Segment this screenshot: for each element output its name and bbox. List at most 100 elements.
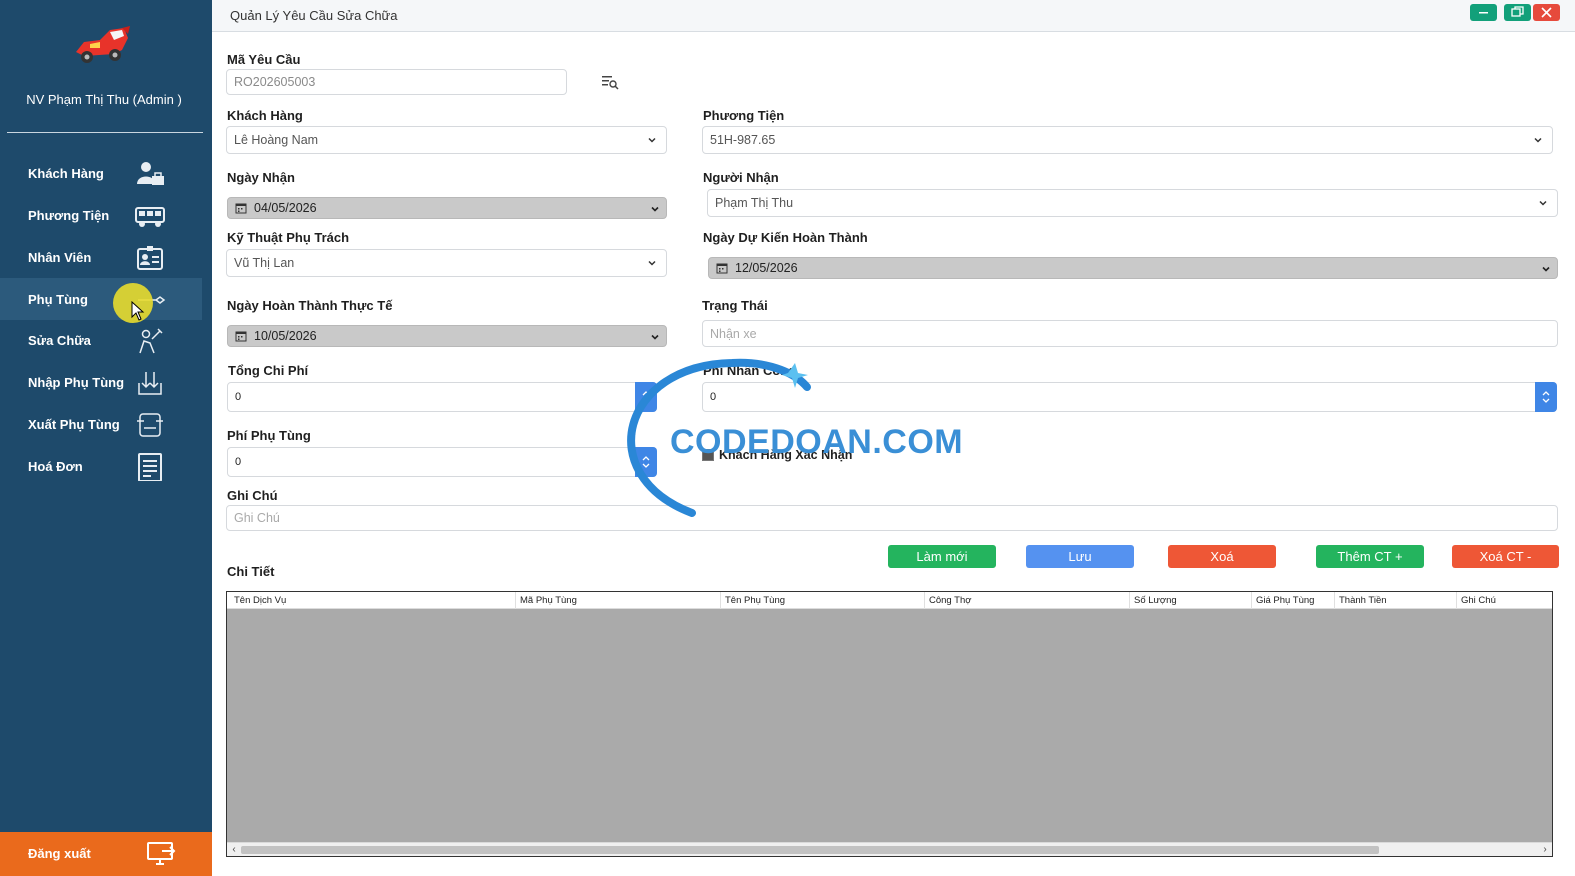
list-search-icon[interactable] <box>601 74 619 90</box>
refresh-button[interactable]: Làm mới <box>888 545 996 568</box>
spinner-buttons[interactable] <box>1535 382 1557 412</box>
status-placeholder: Nhận xe <box>710 326 757 341</box>
save-button[interactable]: Lưu <box>1026 545 1134 568</box>
sidebar-item-label: Phụ Tùng <box>28 291 88 307</box>
employee-card-icon <box>134 244 166 272</box>
close-button[interactable] <box>1533 4 1560 21</box>
column-divider[interactable] <box>924 592 925 609</box>
status-input[interactable]: Nhận xe <box>702 320 1558 347</box>
sidebar-item-customers[interactable]: Khách Hàng <box>0 152 202 194</box>
total-cost-spinner[interactable]: 0 <box>227 382 657 412</box>
request-code-label: Mã Yêu Cầu <box>227 52 301 67</box>
window-title: Quản Lý Yêu Cầu Sửa Chữa <box>230 8 398 23</box>
column-divider[interactable] <box>1456 592 1457 609</box>
details-title: Chi Tiết <box>227 564 275 579</box>
chevron-down-icon <box>648 260 656 266</box>
mouse-cursor-icon <box>131 300 145 321</box>
sidebar-divider <box>7 132 203 133</box>
column-header-amount[interactable]: Thành Tiền <box>1339 595 1387 606</box>
spinner-buttons[interactable] <box>635 447 657 477</box>
app-logo <box>70 24 132 66</box>
parts-cost-value: 0 <box>235 456 242 468</box>
sidebar-item-employees[interactable]: Nhân Viên <box>0 236 202 278</box>
total-cost-value: 0 <box>235 391 242 403</box>
vehicle-value: 51H-987.65 <box>710 133 776 147</box>
column-header-service-name[interactable]: Tên Dịch Vụ <box>234 595 286 606</box>
sidebar-item-label: Phương Tiện <box>28 207 110 223</box>
sidebar-item-export-parts[interactable]: Xuất Phụ Tùng <box>0 403 202 445</box>
table-header: Tên Dịch Vụ Mã Phụ Tùng Tên Phụ Tùng Côn… <box>227 592 1552 609</box>
column-divider[interactable] <box>720 592 721 609</box>
total-cost-label: Tổng Chi Phí <box>228 363 309 378</box>
import-icon <box>134 369 166 397</box>
column-header-part-price[interactable]: Giá Phụ Tùng <box>1256 595 1314 606</box>
sidebar-item-spare-parts[interactable]: Phụ Tùng <box>0 278 202 320</box>
logout-icon <box>146 840 176 868</box>
sidebar-item-invoices[interactable]: Hoá Đơn <box>0 445 202 487</box>
current-user: NV Phạm Thị Thu (Admin ) <box>26 92 182 107</box>
sidebar-item-label: Nhập Phụ Tùng <box>28 374 125 390</box>
received-date-picker[interactable]: 04/05/2026 <box>227 197 667 219</box>
technician-value: Vũ Thị Lan <box>234 256 295 270</box>
chevron-down-icon <box>1542 266 1550 272</box>
up-down-arrows-icon <box>1542 391 1550 403</box>
column-divider[interactable] <box>1251 592 1252 609</box>
status-label: Trạng Thái <box>702 298 768 313</box>
restore-button[interactable] <box>1504 4 1531 21</box>
column-header-quantity[interactable]: Số Lượng <box>1134 595 1177 606</box>
minimize-button[interactable] <box>1470 4 1497 21</box>
calendar-icon <box>716 263 728 274</box>
receiver-select[interactable]: Phạm Thị Thu <box>707 189 1558 217</box>
labor-cost-value: 0 <box>710 391 717 403</box>
calendar-icon <box>235 331 247 342</box>
parts-cost-label: Phí Phụ Tùng <box>227 428 311 443</box>
scroll-left-icon[interactable]: ‹ <box>228 843 240 856</box>
delete-button[interactable]: Xoá <box>1168 545 1276 568</box>
chevron-down-icon <box>1539 200 1547 206</box>
sidebar-item-label: Sửa Chữa <box>28 332 91 348</box>
vehicle-select[interactable]: 51H-987.65 <box>702 126 1553 154</box>
receiver-value: Phạm Thị Thu <box>715 196 794 210</box>
vehicle-label: Phương Tiện <box>703 108 785 123</box>
parts-cost-spinner[interactable]: 0 <box>227 447 657 477</box>
column-divider[interactable] <box>515 592 516 609</box>
delete-detail-button[interactable]: Xoá CT - <box>1452 545 1559 568</box>
actual-date-value: 10/05/2026 <box>254 329 317 343</box>
add-detail-button[interactable]: Thêm CT + <box>1316 545 1424 568</box>
received-date-value: 04/05/2026 <box>254 201 317 215</box>
actual-date-picker[interactable]: 10/05/2026 <box>227 325 667 347</box>
customer-icon <box>134 160 166 188</box>
scrollbar-thumb[interactable] <box>241 846 1379 854</box>
spinner-buttons[interactable] <box>635 382 657 412</box>
column-header-labor[interactable]: Công Thợ <box>929 595 972 606</box>
column-divider[interactable] <box>1334 592 1335 609</box>
sidebar: NV Phạm Thị Thu (Admin ) Khách Hàng Phươ… <box>0 0 212 876</box>
labor-cost-label: Phí Nhân Công <box>703 363 797 378</box>
expected-date-picker[interactable]: 12/05/2026 <box>708 257 1558 279</box>
sidebar-item-repairs[interactable]: Sửa Chữa <box>0 319 202 361</box>
details-table[interactable]: Tên Dịch Vụ Mã Phụ Tùng Tên Phụ Tùng Côn… <box>226 591 1553 857</box>
customer-select[interactable]: Lê Hoàng Nam <box>226 126 667 154</box>
horizontal-scrollbar[interactable]: ‹ › <box>227 842 1552 856</box>
logout-button[interactable]: Đăng xuất <box>0 832 212 876</box>
up-down-arrows-icon <box>642 456 650 468</box>
sidebar-item-label: Khách Hàng <box>28 165 104 181</box>
sidebar-item-vehicles[interactable]: Phương Tiện <box>0 194 202 236</box>
technician-select[interactable]: Vũ Thị Lan <box>226 249 667 277</box>
watermark-text: CODEDOAN.COM <box>670 423 964 461</box>
actual-date-label: Ngày Hoàn Thành Thực Tế <box>227 298 393 313</box>
column-header-note[interactable]: Ghi Chú <box>1461 595 1496 606</box>
sidebar-item-import-parts[interactable]: Nhập Phụ Tùng <box>0 361 202 403</box>
scroll-right-icon[interactable]: › <box>1539 843 1551 856</box>
calendar-icon <box>235 203 247 214</box>
expected-date-value: 12/05/2026 <box>735 261 798 275</box>
column-header-part-code[interactable]: Mã Phụ Tùng <box>520 595 577 606</box>
labor-cost-spinner[interactable]: 0 <box>702 382 1557 412</box>
expected-date-label: Ngày Dự Kiến Hoàn Thành <box>703 230 868 245</box>
note-input[interactable]: Ghi Chú <box>226 505 1558 531</box>
note-label: Ghi Chú <box>227 488 278 503</box>
request-code-field[interactable]: RO202605003 <box>226 69 567 95</box>
close-icon <box>1541 7 1552 18</box>
column-divider[interactable] <box>1129 592 1130 609</box>
column-header-part-name[interactable]: Tên Phụ Tùng <box>725 595 785 606</box>
